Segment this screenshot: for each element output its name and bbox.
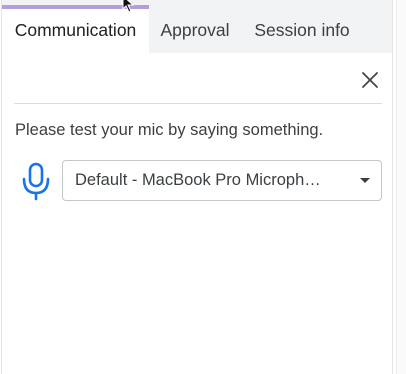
tab-communication-label: Communication bbox=[14, 20, 137, 40]
close-icon bbox=[362, 72, 378, 88]
mic-test-instruction: Please test your mic by saying something… bbox=[15, 121, 324, 139]
mouse-cursor-icon bbox=[122, 0, 135, 12]
microphone-select[interactable]: Default - MacBook Pro Microph… bbox=[62, 160, 382, 201]
chevron-down-icon bbox=[360, 178, 370, 183]
microphone-select-value: Default - MacBook Pro Microph… bbox=[75, 171, 321, 189]
tab-session-info-label: Session info bbox=[254, 20, 350, 40]
tab-approval[interactable]: Approval bbox=[149, 8, 241, 53]
tab-communication[interactable]: Communication bbox=[2, 8, 149, 53]
session-panel: Communication Approval Session info Plea… bbox=[1, 0, 393, 374]
close-button[interactable] bbox=[357, 67, 383, 93]
adjacent-panel-edge bbox=[396, 0, 406, 374]
tab-session-info[interactable]: Session info bbox=[241, 8, 363, 53]
divider bbox=[14, 103, 382, 104]
microphone-icon bbox=[20, 162, 52, 202]
tab-approval-label: Approval bbox=[160, 20, 230, 40]
tab-bar: Communication Approval Session info bbox=[2, 0, 392, 53]
